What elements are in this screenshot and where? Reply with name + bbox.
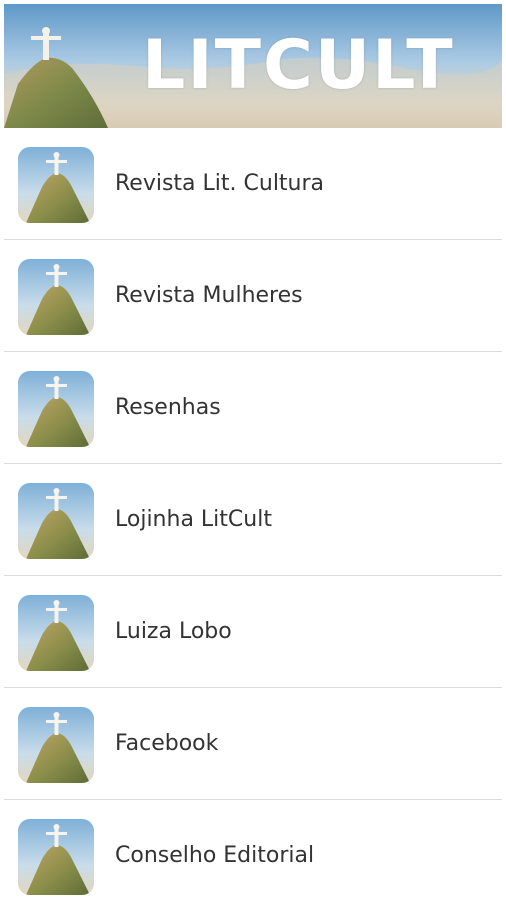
- menu-item[interactable]: Revista Mulheres: [4, 240, 502, 352]
- christ-redeemer-icon: [18, 371, 94, 447]
- menu-item[interactable]: Conselho Editorial: [4, 800, 502, 912]
- menu-item-label: Revista Mulheres: [115, 283, 303, 308]
- menu-item-label: Lojinha LitCult: [115, 507, 272, 532]
- menu-item[interactable]: Resenhas: [4, 352, 502, 464]
- menu-item[interactable]: Revista Lit. Cultura: [4, 128, 502, 240]
- christ-redeemer-icon: [18, 147, 94, 223]
- menu-list: Revista Lit. Cultura Revista Mulheres Re…: [4, 128, 502, 912]
- christ-redeemer-icon: [18, 483, 94, 559]
- menu-item-label: Revista Lit. Cultura: [115, 171, 325, 196]
- menu-item[interactable]: Facebook: [4, 688, 502, 800]
- header-banner: LITCULT: [4, 4, 502, 128]
- menu-item[interactable]: Luiza Lobo: [4, 576, 502, 688]
- christ-redeemer-icon: [18, 819, 94, 895]
- menu-item-label: Luiza Lobo: [115, 619, 232, 644]
- menu-item[interactable]: Lojinha LitCult: [4, 464, 502, 576]
- menu-item-label: Conselho Editorial: [115, 843, 315, 868]
- app-title: LITCULT: [142, 26, 455, 105]
- menu-item-label: Resenhas: [115, 395, 221, 420]
- christ-redeemer-icon: [18, 259, 94, 335]
- christ-redeemer-icon: [18, 707, 94, 783]
- menu-item-label: Facebook: [115, 731, 219, 756]
- christ-redeemer-icon: [18, 595, 94, 671]
